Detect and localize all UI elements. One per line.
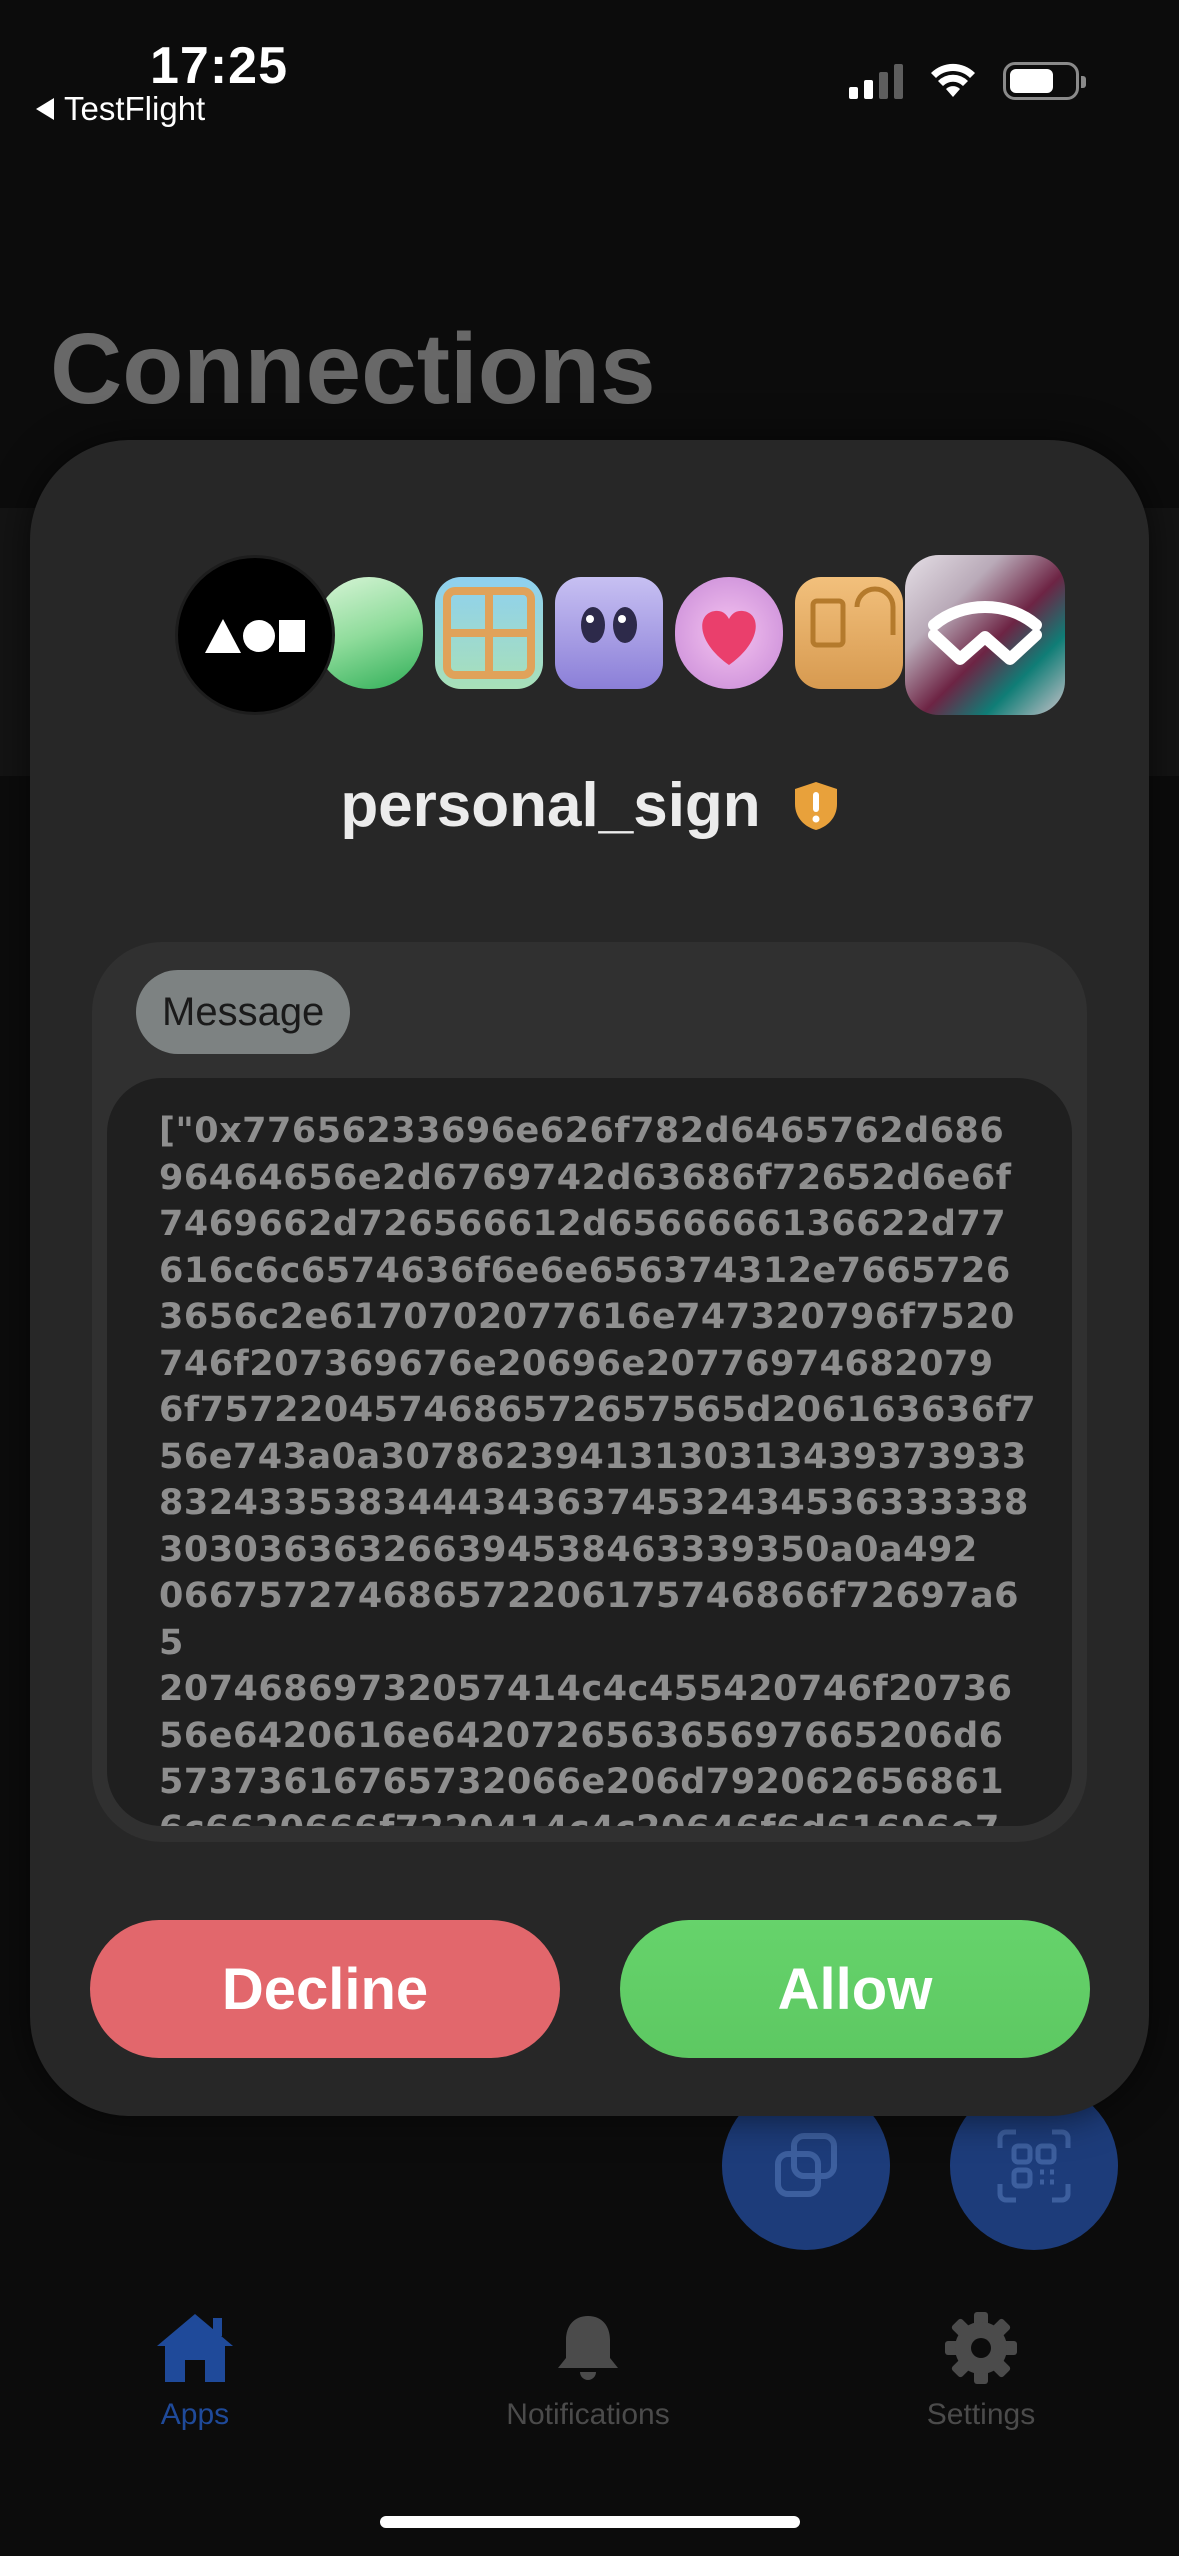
home-icon — [157, 2314, 233, 2382]
bell-icon — [558, 2316, 618, 2380]
message-line: 616c6c6574636f6e6e656374312e7665726 — [159, 1250, 1011, 1291]
battery-icon — [1003, 62, 1086, 100]
message-line: 56e6420616e642072656365697665206d6 — [159, 1715, 1004, 1756]
tab-notifications[interactable]: Notifications — [458, 2310, 718, 2432]
message-line: 3656c2e6170702077616e747320796f7520 — [159, 1297, 1015, 1337]
tab-settings[interactable]: Settings — [851, 2310, 1111, 2432]
message-body[interactable]: ["0x77656233696e626f782d6465762d686 96464… — [107, 1078, 1072, 1826]
message-tag: Message — [136, 970, 351, 1054]
message-line: 6c6620666f7220414c4c20646f6d61696e7 — [159, 1806, 1038, 1827]
message-text: ["0x77656233696e626f782d6465762d686 96464… — [159, 1108, 1038, 1826]
back-arrow-icon — [36, 98, 54, 120]
app-icon-eyes — [555, 577, 663, 689]
tab-notifications-label: Notifications — [506, 2398, 670, 2431]
back-to-app-link[interactable]: TestFlight — [36, 90, 205, 128]
allow-button[interactable]: Allow — [620, 1920, 1090, 2058]
message-tag-label: Message — [162, 989, 325, 1034]
app-icon-heart — [675, 577, 783, 689]
cellular-signal-icon — [849, 63, 903, 99]
message-line: 066757274686572206175746866f72697a65 — [159, 1576, 1019, 1663]
app-icon-orange — [795, 577, 903, 689]
gear-icon — [945, 2312, 1017, 2384]
walletconnect-icon — [905, 555, 1065, 715]
qr-scan-icon — [997, 2129, 1071, 2203]
message-line: 6f7572204574686572657565d206163636f7 — [159, 1390, 1037, 1430]
message-card: Message ["0x77656233696e626f782d6465762d… — [92, 942, 1087, 1842]
status-time: 17:25 — [150, 37, 288, 95]
signature-request-modal: personal_sign Message ["0x77656233696e62… — [30, 440, 1149, 2116]
page-title: Connections — [50, 313, 656, 425]
tab-apps-label: Apps — [160, 2398, 230, 2431]
message-line: ["0x77656233696e626f782d6465762d686 — [159, 1111, 1005, 1151]
decline-button[interactable]: Decline — [90, 1920, 560, 2058]
dapp-logo-icon — [175, 555, 335, 715]
method-header: personal_sign — [30, 770, 1149, 841]
app-icons-row — [145, 555, 1065, 725]
message-line: 7469662d726566612d6566666136622d77 — [159, 1204, 1007, 1244]
screen: 17:25 TestFlight Connections Apps Notifi… — [0, 0, 1179, 2556]
home-indicator — [380, 2516, 800, 2528]
copy-icon — [775, 2133, 837, 2197]
message-line: 303036363266394538463339350a0a492 — [159, 1529, 978, 1570]
app-icon-window — [435, 577, 543, 689]
message-line: 20746869732057414c4c455420746f20736 — [159, 1669, 1013, 1709]
tab-bar: Apps Notifications Settings — [0, 2310, 1179, 2450]
wifi-icon — [931, 63, 975, 97]
message-line: 746f207369676e20696e20776974682079 — [159, 1343, 994, 1384]
message-line: 83243353834443436374532434536333338 — [159, 1483, 1029, 1523]
message-line: 96464656e2d6769742d63686f72652d6e6f — [159, 1157, 1012, 1198]
method-name: personal_sign — [340, 771, 761, 840]
tab-settings-label: Settings — [926, 2398, 1036, 2431]
back-app-label: TestFlight — [64, 90, 206, 127]
shield-exclamation-icon[interactable] — [793, 780, 839, 832]
tab-apps[interactable]: Apps — [65, 2310, 325, 2432]
status-indicators — [849, 62, 1086, 100]
message-line: 56e743a0a30786239413130313439373933 — [159, 1436, 1027, 1477]
message-line: 57373616765732066e206d792062656861 — [159, 1762, 1005, 1802]
